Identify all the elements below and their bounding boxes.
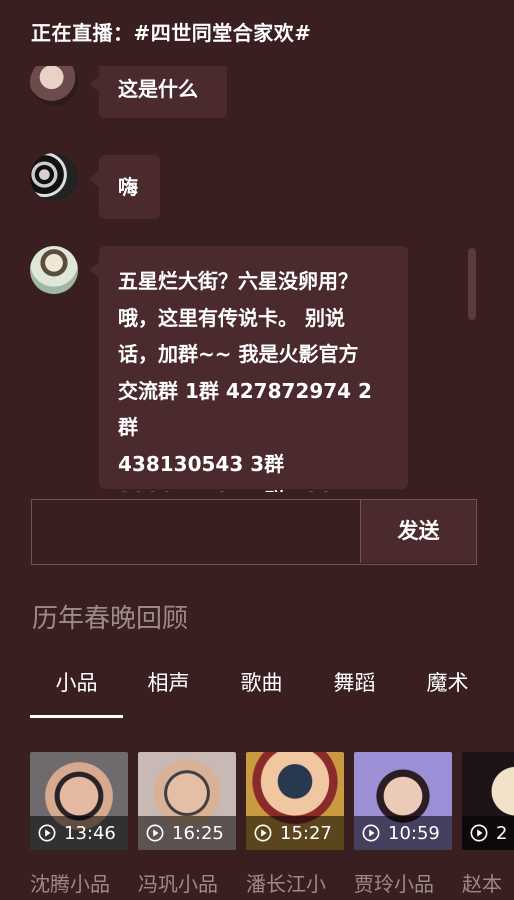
play-icon xyxy=(470,824,488,842)
play-icon xyxy=(38,824,56,842)
video-thumbnail[interactable]: 15:27 xyxy=(246,752,344,850)
message-bubble: 五星烂大街？六星没卵用？ 哦，这里有传说卡。 别说 话，加群~~ 我是火影官方 … xyxy=(89,246,408,492)
play-icon xyxy=(254,824,272,842)
video-title[interactable]: 沈腾小品 xyxy=(30,868,128,897)
video-title[interactable]: 潘长江小 xyxy=(246,868,344,897)
video-thumbnail[interactable]: 2 xyxy=(462,752,514,850)
play-icon xyxy=(146,824,164,842)
video-title[interactable]: 冯巩小品 xyxy=(138,868,236,897)
send-button[interactable]: 发送 xyxy=(360,500,476,563)
video-duration: 15:27 xyxy=(280,822,332,844)
video-duration: 13:46 xyxy=(64,822,116,844)
tab-magic[interactable]: 魔术 xyxy=(401,660,494,718)
chat-scrollbar[interactable] xyxy=(468,248,476,320)
video-card[interactable]: 16:25 冯巩小品 xyxy=(138,752,236,897)
message-text: 嗨 xyxy=(118,175,138,199)
send-bar: 发送 xyxy=(31,499,477,565)
video-title[interactable]: 赵本 xyxy=(462,868,514,897)
video-thumbnail[interactable]: 10:59 xyxy=(354,752,452,850)
section-title: 历年春晚回顾 xyxy=(32,604,189,634)
message-line: 222874424 4群 4385... xyxy=(118,482,389,492)
live-title: 正在直播：#四世同堂合家欢# xyxy=(31,21,312,45)
duration-overlay: 13:46 xyxy=(30,816,128,850)
chat-list[interactable]: 这是什么 嗨 五星烂大街？六星没卵用？ 哦，这里有传说卡。 别说 话，加群~~ … xyxy=(0,66,514,492)
video-duration: 10:59 xyxy=(388,822,440,844)
duration-overlay: 15:27 xyxy=(246,816,344,850)
video-card[interactable]: 10:59 贾玲小品 xyxy=(354,752,452,897)
avatar[interactable] xyxy=(30,66,78,106)
tab-songs[interactable]: 歌曲 xyxy=(215,660,308,718)
duration-overlay: 2 xyxy=(462,816,514,850)
message-bubble: 这是什么 xyxy=(89,66,227,118)
message-line: 哦，这里有传说卡。 别说 xyxy=(118,305,345,330)
message-bubble: 嗨 xyxy=(89,155,160,219)
message-line: 五星烂大街？六星没卵用？ xyxy=(118,269,358,293)
tab-skit[interactable]: 小品 xyxy=(30,660,123,718)
category-tabs: 小品 相声 歌曲 舞蹈 魔术 xyxy=(0,660,514,718)
message-text: 这是什么 xyxy=(118,77,198,101)
tab-dance[interactable]: 舞蹈 xyxy=(308,660,401,718)
video-card[interactable]: 13:46 沈腾小品 xyxy=(30,752,128,897)
play-icon xyxy=(362,824,380,842)
video-thumbnail[interactable]: 16:25 xyxy=(138,752,236,850)
duration-overlay: 16:25 xyxy=(138,816,236,850)
duration-overlay: 10:59 xyxy=(354,816,452,850)
video-thumbnail[interactable]: 13:46 xyxy=(30,752,128,850)
avatar[interactable] xyxy=(30,246,78,294)
avatar[interactable] xyxy=(30,153,78,201)
video-card[interactable]: 2 赵本 xyxy=(462,752,514,897)
video-duration: 2 xyxy=(496,822,508,844)
message-line: 交流群 1群 427872974 2群 xyxy=(118,378,372,440)
message-input[interactable] xyxy=(32,500,360,563)
video-title[interactable]: 贾玲小品 xyxy=(354,868,452,897)
video-duration: 16:25 xyxy=(172,822,224,844)
video-card[interactable]: 15:27 潘长江小 xyxy=(246,752,344,897)
message-line: 438130543 3群 xyxy=(118,451,285,476)
message-line: 话，加群~~ 我是火影官方 xyxy=(118,342,359,366)
tab-crosstalk[interactable]: 相声 xyxy=(122,660,215,718)
video-list[interactable]: 13:46 沈腾小品 16:25 冯巩小品 15:27 潘长江小 10:59 贾… xyxy=(0,752,514,900)
